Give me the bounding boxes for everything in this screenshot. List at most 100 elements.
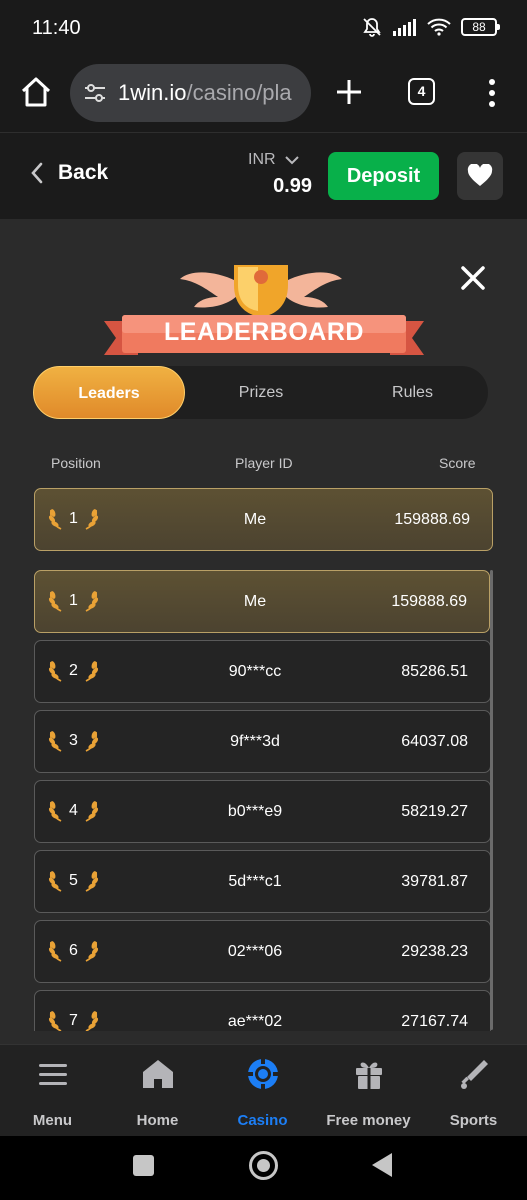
laurel-right-icon (85, 661, 98, 682)
player-id: Me (243, 511, 267, 528)
table-row: 2 90***cc 85286.51 (34, 640, 491, 703)
player-id: 90***cc (228, 663, 282, 680)
heart-icon (467, 164, 493, 186)
new-tab-icon[interactable] (332, 75, 366, 109)
status-time: 11:40 (32, 17, 81, 39)
rank-position: 4 (47, 799, 100, 823)
laurel-right-icon (85, 509, 98, 530)
leaderboard-modal: LEADERBOARD Leaders Prizes Rules Positio… (0, 219, 527, 1044)
rank-number: 4 (69, 802, 78, 819)
battery-indicator: 88 (461, 18, 500, 36)
laurel-left-icon (48, 941, 62, 962)
player-score: 27167.74 (401, 1013, 468, 1030)
balance-selector[interactable]: INR 0.99 (248, 151, 314, 198)
url-host: 1win.io (118, 80, 187, 105)
player-score: 159888.69 (391, 593, 467, 610)
laurel-left-icon (48, 801, 62, 822)
column-header-position: Position (51, 455, 101, 471)
nav-casino-label: Casino (237, 1112, 288, 1129)
close-icon[interactable] (459, 264, 487, 292)
rank-number: 6 (69, 942, 78, 959)
laurel-left-icon (48, 731, 62, 752)
casino-chip-icon (246, 1058, 279, 1090)
url-text: 1win.io/casino/pla (118, 80, 292, 106)
nav-home-label: Home (136, 1112, 179, 1129)
browser-home-icon[interactable] (18, 74, 54, 110)
laurel-right-icon (85, 591, 98, 612)
tab-leaders[interactable]: Leaders (33, 366, 185, 419)
nav-casino[interactable]: Casino (210, 1057, 315, 1129)
player-score: 64037.08 (401, 733, 468, 750)
cell-signal-icon (393, 19, 416, 36)
leaderboard-tabs: Leaders Prizes Rules (33, 366, 488, 419)
rank-number: 2 (69, 662, 78, 679)
player-id: 9f***3d (230, 733, 280, 750)
rank-position: 7 (47, 1009, 100, 1031)
player-score: 29238.23 (401, 943, 468, 960)
list-scrollbar[interactable] (490, 570, 493, 1030)
rank-number: 1 (69, 592, 78, 609)
table-row: 6 02***06 29238.23 (34, 920, 491, 983)
recent-apps-icon[interactable] (133, 1155, 154, 1176)
laurel-right-icon (85, 1011, 98, 1031)
nav-sports-label: Sports (449, 1112, 498, 1129)
table-row: 3 9f***3d 64037.08 (34, 710, 491, 773)
rank-number: 5 (69, 872, 78, 889)
url-path: /casino/pla (186, 80, 292, 105)
rank-number: 3 (69, 732, 78, 749)
rank-position: 1 (47, 507, 100, 531)
nav-free-money[interactable]: Free money (316, 1057, 421, 1129)
rank-number: 7 (69, 1012, 78, 1029)
balance-amount: 0.99 (273, 175, 312, 197)
mute-notifications-icon (363, 18, 381, 37)
more-options-icon[interactable] (482, 76, 502, 110)
sports-icon (460, 1060, 488, 1089)
table-row: 5 5d***c1 39781.87 (34, 850, 491, 913)
player-id: 5d***c1 (228, 873, 282, 890)
laurel-left-icon (48, 1011, 62, 1031)
rank-position: 2 (47, 659, 100, 683)
player-score: 58219.27 (401, 803, 468, 820)
player-id: 02***06 (227, 943, 283, 960)
table-row: 7 ae***02 27167.74 (34, 990, 491, 1031)
nav-home[interactable]: Home (105, 1057, 210, 1129)
nav-sports[interactable]: Sports (421, 1057, 526, 1129)
tab-switcher-button[interactable]: 4 (408, 78, 435, 105)
currency-code: INR (248, 151, 276, 168)
table-row: 4 b0***e9 58219.27 (34, 780, 491, 843)
laurel-right-icon (85, 871, 98, 892)
favorite-button[interactable] (457, 152, 503, 200)
player-id: ae***02 (227, 1013, 283, 1030)
app-header: Back INR 0.99 Deposit (0, 133, 527, 219)
my-rank-row: 1 Me 159888.69 (34, 488, 493, 551)
nav-menu[interactable]: Menu (0, 1057, 105, 1129)
deposit-button[interactable]: Deposit (328, 152, 439, 200)
laurel-left-icon (48, 509, 62, 530)
rank-position: 5 (47, 869, 100, 893)
player-id: Me (243, 593, 267, 610)
leaderboard-list[interactable]: 1 Me 159888.69 2 90***cc 85286.51 3 9f**… (0, 568, 527, 1031)
back-label: Back (58, 161, 109, 184)
player-score: 39781.87 (401, 873, 468, 890)
nav-free-money-label: Free money (326, 1112, 411, 1129)
browser-toolbar: 1win.io/casino/pla 4 (0, 58, 527, 132)
chevron-down-icon (284, 156, 299, 165)
rank-position: 6 (47, 939, 100, 963)
site-settings-icon[interactable] (82, 80, 108, 106)
laurel-left-icon (48, 591, 62, 612)
nav-menu-label: Menu (32, 1112, 73, 1129)
player-score: 85286.51 (401, 663, 468, 680)
tab-prizes[interactable]: Prizes (185, 366, 337, 419)
table-row: 1 Me 159888.69 (34, 570, 490, 633)
bottom-navigation: Menu Home Casino Free money Sports (0, 1044, 527, 1136)
gift-icon (355, 1062, 382, 1089)
tab-rules[interactable]: Rules (337, 366, 488, 419)
address-bar[interactable]: 1win.io/casino/pla (70, 64, 311, 122)
laurel-left-icon (48, 661, 62, 682)
rank-number: 1 (69, 510, 78, 527)
system-home-icon[interactable] (249, 1151, 278, 1180)
column-header-score: Score (439, 455, 476, 471)
system-navigation-bar (0, 1136, 527, 1200)
system-back-icon[interactable] (372, 1153, 392, 1177)
back-button[interactable]: Back (30, 161, 108, 185)
